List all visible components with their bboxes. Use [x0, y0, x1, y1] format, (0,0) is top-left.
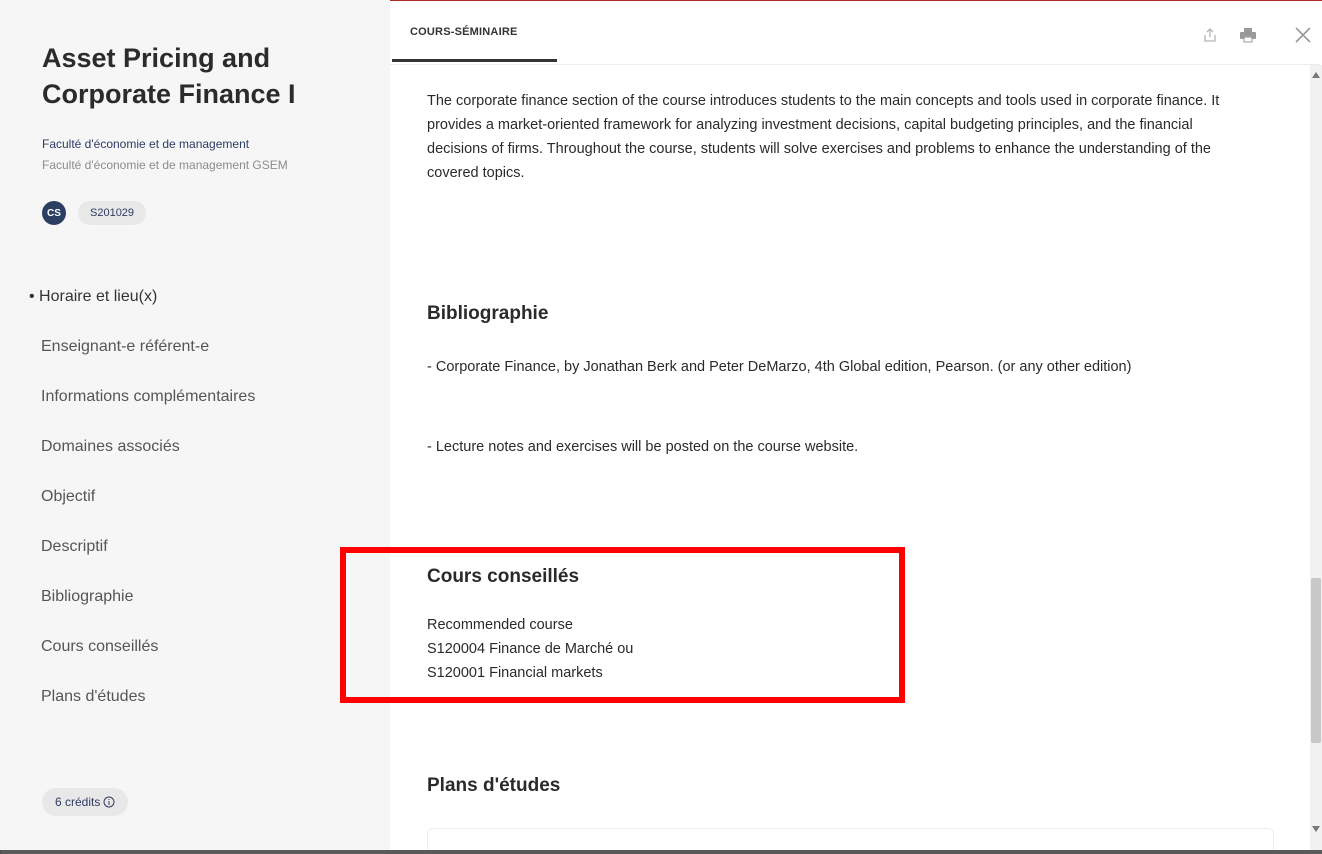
- bibliography-item: - Corporate Finance, by Jonathan Berk an…: [427, 359, 1132, 375]
- credits-label: 6 crédits: [55, 795, 101, 809]
- faculty-subtitle: Faculté d'économie et de management GSEM: [42, 158, 288, 172]
- description-paragraph: The corporate finance section of the cou…: [427, 93, 1220, 181]
- scrollbar-thumb[interactable]: [1311, 578, 1321, 743]
- print-icon[interactable]: [1235, 22, 1261, 48]
- study-plans-heading: Plans d'études: [427, 775, 561, 796]
- bibliography-item: - Lecture notes and exercises will be po…: [427, 439, 859, 455]
- toc-item-objectif[interactable]: Objectif: [41, 488, 95, 506]
- share-icon[interactable]: [1197, 22, 1223, 48]
- scroll-down-arrow-icon[interactable]: [1312, 826, 1320, 832]
- highlight-annotation-box: [340, 547, 905, 703]
- sidebar: Asset Pricing and Corporate Finance I Fa…: [0, 0, 390, 850]
- toc-item-cours-conseilles[interactable]: Cours conseillés: [41, 638, 158, 656]
- faculty-link[interactable]: Faculté d'économie et de management: [42, 137, 249, 151]
- bibliography-heading: Bibliographie: [427, 303, 549, 324]
- tab-cours-seminaire[interactable]: COURS-SÉMINAIRE: [392, 0, 557, 62]
- toc-item-horaire[interactable]: • Horaire et lieu(x): [29, 288, 157, 306]
- tab-label: COURS-SÉMINAIRE: [410, 26, 518, 38]
- study-plan-card[interactable]: [427, 828, 1274, 850]
- close-icon[interactable]: [1290, 22, 1316, 48]
- course-content: The corporate finance section of the cou…: [390, 65, 1310, 850]
- course-title: Asset Pricing and Corporate Finance I: [42, 43, 296, 109]
- course-type-badge: CS: [42, 201, 66, 225]
- toc-item-bibliographie[interactable]: Bibliographie: [41, 588, 134, 606]
- toc-item-informations[interactable]: Informations complémentaires: [41, 388, 255, 406]
- credits-chip[interactable]: 6 crédits: [42, 788, 129, 816]
- toc-item-plans-etudes[interactable]: Plans d'études: [41, 688, 145, 706]
- toc-item-enseignant[interactable]: Enseignant-e référent-e: [41, 338, 209, 356]
- info-icon[interactable]: [103, 796, 115, 808]
- scroll-up-arrow-icon[interactable]: [1312, 72, 1320, 78]
- toc-item-domaines[interactable]: Domaines associés: [41, 438, 180, 456]
- course-code-chip: S201029: [78, 201, 147, 225]
- toc-item-descriptif[interactable]: Descriptif: [41, 538, 108, 556]
